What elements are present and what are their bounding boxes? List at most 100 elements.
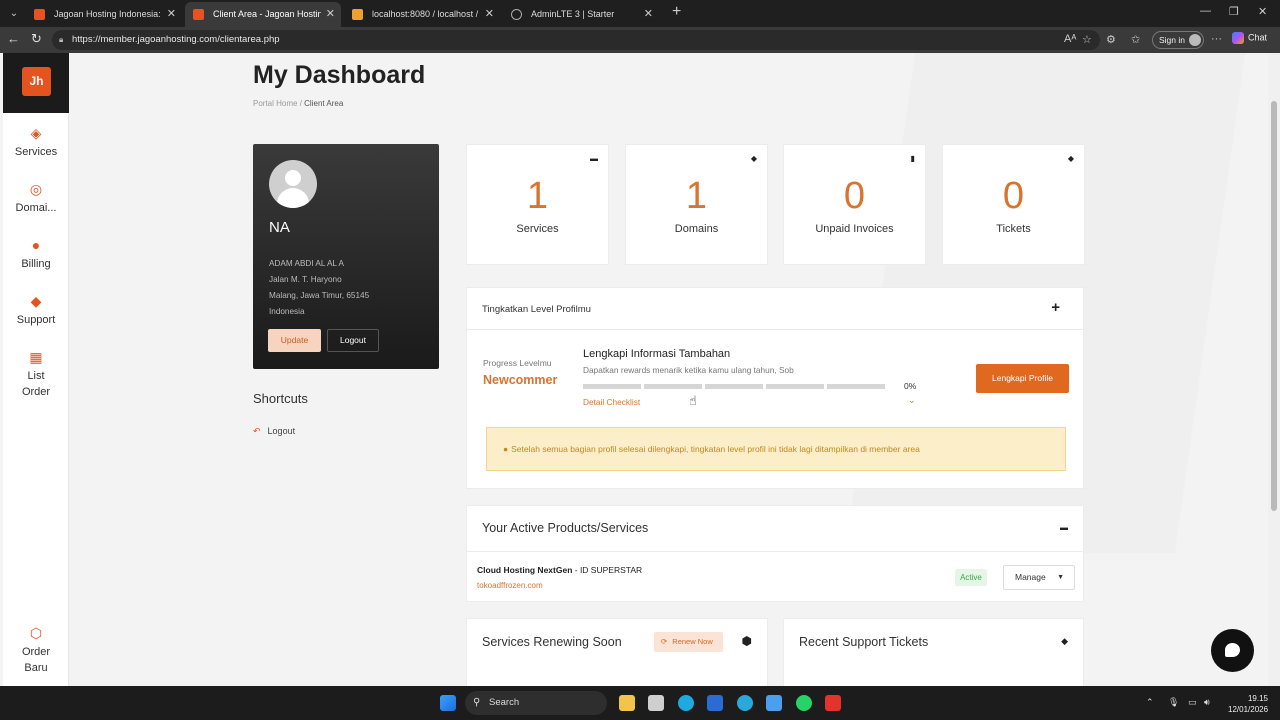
update-profile-button[interactable]: Update [268,329,321,352]
logout-button[interactable]: Logout [327,329,379,352]
tab-actions-menu-icon[interactable]: ⌄ [4,4,24,24]
file-explorer-icon[interactable] [619,695,635,711]
mail-icon[interactable] [766,695,782,711]
whatsapp-icon[interactable] [796,695,812,711]
avatar [269,160,317,208]
browser-tab-adminlte[interactable]: AdminLTE 3 | Starter ✕ [503,2,659,27]
recorder-icon[interactable] [825,695,841,711]
browser-tab-bar: ⌄ Jagoan Hosting Indonesia: Web Hosting … [0,0,1280,27]
avatar-body [277,188,309,208]
address-bar[interactable]: 🔒︎ https://member.jagoanhosting.com/clie… [52,30,1100,50]
store-icon[interactable] [648,695,664,711]
tray-chevron-icon[interactable]: ⌃ [1146,697,1154,708]
detail-checklist-link[interactable]: Detail Checklist [583,397,640,407]
live-chat-button[interactable] [1211,629,1254,672]
stat-card-services[interactable]: ▬ 1 Services [466,144,609,265]
minimize-icon[interactable]: — [1200,5,1211,17]
chevron-down-icon[interactable]: ⌄ [908,395,916,406]
vscode-icon[interactable] [707,695,723,711]
jagoan-favicon-icon [193,9,204,20]
stat-card-unpaid-invoices[interactable]: ▮ 0 Unpaid Invoices [783,144,926,265]
new-tab-icon[interactable]: + [672,3,681,21]
browser-tab-client-area[interactable]: Client Area - Jagoan Hosting Indonesia ✕ [185,2,341,27]
close-tab-icon[interactable]: ✕ [326,2,335,27]
manage-dropdown-button[interactable]: Manage ▼ [1003,565,1075,590]
sidebar-item-domains[interactable]: ◎ Domai... [3,181,69,216]
browser-toolbar: ← ↻ 🔒︎ https://member.jagoanhosting.com/… [0,27,1280,53]
extensions-icon[interactable]: ⚙ [1106,33,1116,46]
stat-card-domains[interactable]: ◆ 1 Domains [625,144,768,265]
breadcrumb-portal-home[interactable]: Portal Home [253,99,297,108]
microphone-icon[interactable]: 🎙︎ [1168,697,1179,708]
scrollbar-thumb[interactable] [1271,101,1277,511]
volume-icon[interactable]: 🔊︎ [1204,697,1210,708]
file-icon: ▮ [910,154,915,163]
sidebar-item-support[interactable]: ◆ Support [3,293,69,328]
level-info-title: Lengkapi Informasi Tambahan [583,348,731,360]
mouse-pointer-icon: ☝ [689,393,697,408]
close-window-icon[interactable]: ✕ [1258,5,1267,18]
active-products-panel: Your Active Products/Services ▬ Cloud Ho… [466,505,1084,602]
network-icon[interactable]: ▭ [1188,697,1197,708]
read-aloud-icon[interactable]: Aᴬ [1064,33,1076,45]
page-title: My Dashboard [253,61,426,89]
ticket-icon: ◆ [1067,154,1074,163]
level-name: Newcommer [483,373,558,387]
complete-profile-button[interactable]: Lengkapi Profile [976,364,1069,393]
jagoan-favicon-icon [34,9,45,20]
shortcut-logout-link[interactable]: ↶ Logout [253,426,295,437]
close-tab-icon[interactable]: ✕ [167,2,176,27]
progress-segment [705,384,763,389]
progress-segment [644,384,702,389]
site-info-icon[interactable]: 🔒︎ [59,30,63,50]
page-scrollbar[interactable] [1268,53,1280,686]
headset-icon: ◆ [30,293,42,309]
expand-plus-icon[interactable]: + [1051,299,1060,316]
more-menu-icon[interactable]: ··· [1211,33,1222,45]
system-clock[interactable]: 19.15 12/01/2026 [1228,693,1268,715]
refresh-icon[interactable]: ↻ [31,31,42,47]
progress-segment [583,384,641,389]
cube-icon: ⬢ [741,634,752,648]
renewing-title: Services Renewing Soon [482,635,622,649]
taskbar: ⚲ Search ⌃ 🎙︎ ▭ 🔊︎ 19.15 12/01/2026 [0,686,1280,720]
profile-avatar-icon [1189,34,1201,46]
browser-tab-phpmyadmin[interactable]: localhost:8080 / localhost / pos2 | phpM… [344,2,500,27]
server-icon: ▬ [590,154,598,163]
sidebar-item-billing[interactable]: ● Billing [3,237,69,272]
profile-level-panel: Tingkatkan Level Profilmu + Progress Lev… [466,287,1084,489]
renew-now-button[interactable]: ⟳ Renew Now [654,632,723,652]
sidebar-item-list-order[interactable]: ▦ List Order [3,349,69,400]
progress-segment [827,384,885,389]
app-icon[interactable] [737,695,753,711]
ticket-icon: ◆ [1061,636,1068,646]
products-panel-header: Your Active Products/Services ▬ [467,506,1083,552]
restore-icon[interactable]: ❐ [1229,5,1239,18]
favorite-star-icon[interactable]: ☆ [1082,33,1092,46]
windows-start-icon[interactable] [440,695,456,711]
product-name: Cloud Hosting NextGen - ID SUPERSTAR [477,565,643,575]
sidebar-item-order-baru[interactable]: ⬡ Order Baru [3,625,69,676]
favorites-icon[interactable]: ✩ [1131,33,1140,46]
sidebar-item-services[interactable]: ◈ Services [3,125,69,160]
jagoan-logo[interactable]: Jh [22,67,51,96]
close-tab-icon[interactable]: ✕ [644,2,653,27]
caret-down-icon: ▼ [1057,574,1064,581]
phpmyadmin-favicon-icon [352,9,363,20]
refresh-icon: ⟳ [661,637,668,646]
level-panel-header[interactable]: Tingkatkan Level Profilmu + [467,288,1083,330]
product-domain-link[interactable]: tokoadffrozen.com [477,581,543,590]
globe-icon: ◎ [29,181,43,197]
stat-card-tickets[interactable]: ◆ 0 Tickets [942,144,1085,265]
copilot-chat-button[interactable]: Chat [1232,32,1267,44]
globe-favicon-icon [511,9,522,20]
box-icon: ◈ [30,125,42,141]
browser-tab-jagoan-home[interactable]: Jagoan Hosting Indonesia: Web Hosting ✕ [26,2,182,27]
cube-icon: ⬡ [29,625,43,641]
back-icon[interactable]: ← [7,31,20,46]
edge-browser-icon[interactable] [678,695,694,711]
profile-address: ADAM ABDI AL AL A Jalan M. T. Haryono Ma… [269,259,370,316]
sign-in-button[interactable]: Sign in [1152,31,1204,49]
close-tab-icon[interactable]: ✕ [485,2,494,27]
taskbar-search[interactable]: ⚲ Search [465,691,607,715]
